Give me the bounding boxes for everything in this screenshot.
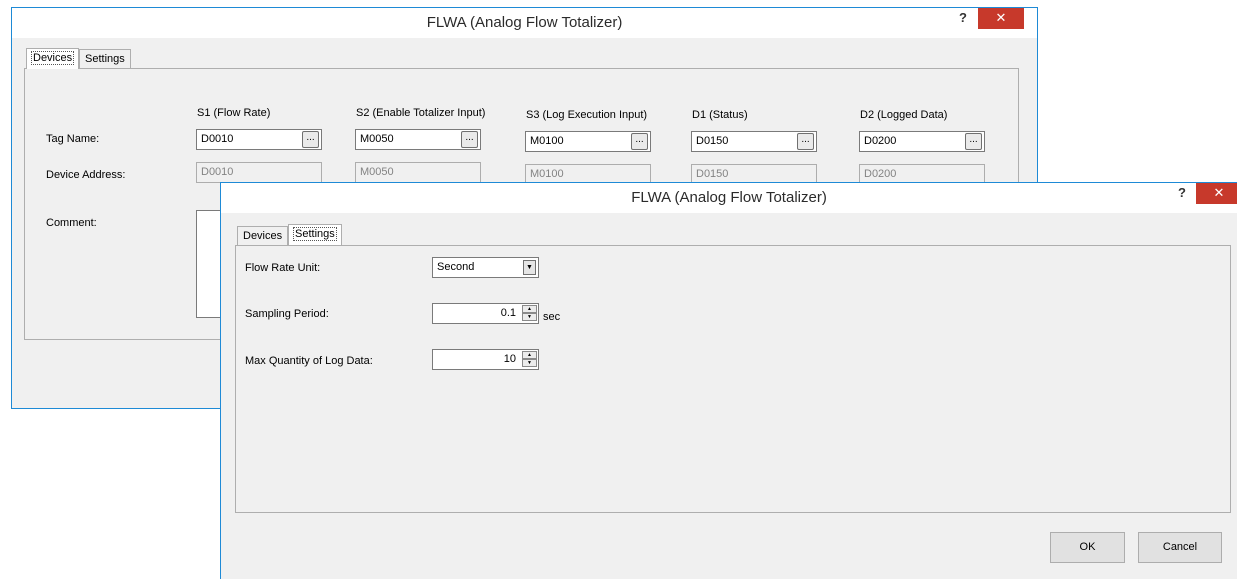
tag-name-label: Tag Name: <box>46 133 100 145</box>
s2-header: S2 (Enable Totalizer Input) <box>356 107 486 119</box>
sampling-period-value: 0.1 <box>500 307 516 319</box>
d2-tag-value: D0200 <box>864 135 897 147</box>
d2-header: D2 (Logged Data) <box>860 109 948 121</box>
s1-address-field: D0010 <box>196 162 322 183</box>
tab-devices[interactable]: Devices <box>237 226 289 246</box>
spin-up-icon[interactable]: ▲ <box>522 305 537 313</box>
s2-tag-input[interactable]: M0050 ... <box>355 129 481 150</box>
flow-rate-unit-select[interactable]: Second ▼ <box>432 257 539 278</box>
dialog-title: FLWA (Analog Flow Totalizer) <box>631 189 827 206</box>
d1-header: D1 (Status) <box>692 109 748 121</box>
d1-tag-value: D0150 <box>696 135 729 147</box>
device-address-label: Device Address: <box>46 169 126 181</box>
help-button[interactable]: ? <box>950 8 976 28</box>
tab-settings[interactable]: Settings <box>79 49 131 69</box>
s2-browse-button[interactable]: ... <box>461 131 478 148</box>
spin-down-icon[interactable]: ▼ <box>522 359 537 367</box>
tab-settings[interactable]: Settings <box>288 224 342 245</box>
ok-button[interactable]: OK <box>1050 532 1125 563</box>
title-bar[interactable]: FLWA (Analog Flow Totalizer) ? ✕ <box>221 183 1237 213</box>
help-button[interactable]: ? <box>1169 183 1195 203</box>
dialog-title: FLWA (Analog Flow Totalizer) <box>426 14 623 31</box>
sampling-period-stepper[interactable]: 0.1 ▲ ▼ <box>432 303 539 324</box>
flow-rate-unit-value: Second <box>437 261 475 273</box>
close-button[interactable]: ✕ <box>978 8 1024 29</box>
sampling-period-unit: sec <box>543 311 561 323</box>
s3-tag-input[interactable]: M0100 ... <box>525 131 651 152</box>
max-log-label: Max Quantity of Log Data: <box>245 355 373 367</box>
max-log-spin[interactable]: ▲ ▼ <box>522 351 537 368</box>
close-button[interactable]: ✕ <box>1196 183 1237 204</box>
sampling-period-spin[interactable]: ▲ ▼ <box>522 305 537 322</box>
flow-rate-unit-label: Flow Rate Unit: <box>245 262 321 274</box>
s2-tag-value: M0050 <box>360 133 394 145</box>
s1-browse-button[interactable]: ... <box>302 131 319 148</box>
tab-devices[interactable]: Devices <box>26 48 80 69</box>
d2-tag-input[interactable]: D0200 ... <box>859 131 985 152</box>
d1-tag-input[interactable]: D0150 ... <box>691 131 817 152</box>
max-log-value: 10 <box>503 353 516 365</box>
comment-label: Comment: <box>46 217 97 229</box>
tab-panel: Flow Rate Unit: Second ▼ Sampling Period… <box>235 245 1231 513</box>
chevron-down-icon[interactable]: ▼ <box>523 260 536 275</box>
max-log-stepper[interactable]: 10 ▲ ▼ <box>432 349 539 370</box>
dialog-settings: FLWA (Analog Flow Totalizer) ? ✕ Devices… <box>220 182 1237 579</box>
s1-header: S1 (Flow Rate) <box>197 107 271 119</box>
sampling-period-label: Sampling Period: <box>245 308 329 320</box>
s1-tag-value: D0010 <box>201 133 234 145</box>
spin-up-icon[interactable]: ▲ <box>522 351 537 359</box>
d1-browse-button[interactable]: ... <box>797 133 814 150</box>
s2-address-field: M0050 <box>355 162 481 183</box>
s1-tag-input[interactable]: D0010 ... <box>196 129 322 150</box>
spin-down-icon[interactable]: ▼ <box>522 313 537 321</box>
s3-browse-button[interactable]: ... <box>631 133 648 150</box>
title-bar[interactable]: FLWA (Analog Flow Totalizer) ? ✕ <box>12 8 1037 38</box>
d2-browse-button[interactable]: ... <box>965 133 982 150</box>
s3-header: S3 (Log Execution Input) <box>526 109 648 121</box>
cancel-button[interactable]: Cancel <box>1138 532 1222 563</box>
s3-tag-value: M0100 <box>530 135 564 147</box>
